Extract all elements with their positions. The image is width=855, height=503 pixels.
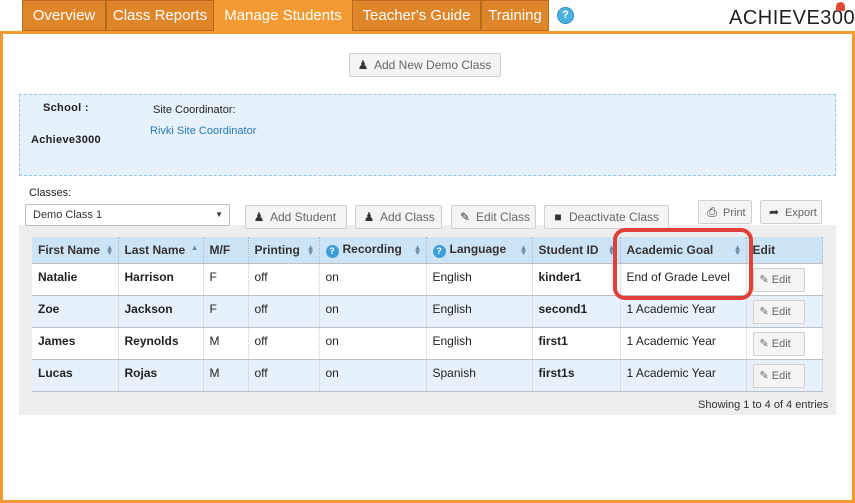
cell-mf: F (203, 263, 249, 296)
sort-asc-icon: ▲ (190, 243, 199, 252)
academic-goal-highlight (613, 228, 753, 300)
class-select-value: Demo Class 1 (33, 209, 103, 221)
edit-class-button[interactable]: ✎ Edit Class (451, 205, 536, 229)
pencil-icon: ✎ (759, 273, 772, 286)
user-icon: ♟ (253, 210, 265, 224)
cell-recording: on (319, 295, 427, 328)
edit-class-label: Edit Class (476, 210, 531, 224)
cell-edit: ✎ Edit (746, 327, 823, 360)
cell-language: English (426, 263, 533, 296)
cell-student-id: second1 (532, 295, 621, 328)
column-header-mf[interactable]: M/F (203, 237, 249, 264)
help-icon[interactable]: ? (325, 244, 339, 258)
table-row: James Reynolds M off on English first1 1… (32, 327, 823, 360)
cell-first-name: Zoe (32, 295, 119, 328)
tab-teachers-guide[interactable]: Teacher's Guide (352, 0, 481, 31)
cell-recording: on (319, 263, 427, 296)
help-icon[interactable]: ? (432, 244, 446, 258)
column-header-first-name[interactable]: First Name ▲ ▼ (32, 237, 119, 264)
trash-icon: ■ (554, 210, 562, 224)
cell-edit: ✎ Edit (746, 295, 823, 328)
sort-icon: ▲ ▼ (105, 243, 114, 257)
pencil-icon: ✎ (759, 305, 772, 318)
cell-academic-goal: 1 Academic Year (620, 327, 747, 360)
cell-printing: off (248, 263, 320, 296)
column-header-student-id[interactable]: Student ID ▲ ▼ (532, 237, 621, 264)
printer-icon: ⎙ (707, 205, 717, 219)
cell-last-name: Harrison (118, 263, 204, 296)
edit-row-button[interactable]: ✎ Edit (752, 267, 805, 292)
site-coordinator-label: Site Coordinator: (153, 104, 236, 116)
add-new-demo-class-label: Add New Demo Class (374, 58, 492, 72)
print-label: Print (723, 207, 746, 219)
caret-down-icon: ▼ (215, 210, 223, 219)
column-header-printing[interactable]: Printing ▲ ▼ (248, 237, 320, 264)
export-label: Export (785, 207, 817, 219)
tab-overview[interactable]: Overview (22, 0, 106, 31)
sort-icon: ▲ ▼ (306, 243, 315, 257)
add-new-demo-class-button[interactable]: ♟ Add New Demo Class (349, 53, 501, 77)
cell-language: English (426, 327, 533, 360)
cell-first-name: James (32, 327, 119, 360)
column-header-last-name[interactable]: Last Name ▲ (118, 237, 204, 264)
print-button[interactable]: ⎙ Print (698, 200, 752, 224)
add-student-button[interactable]: ♟ Add Student (245, 205, 347, 229)
school-label: School : (43, 102, 89, 114)
cell-mf: F (203, 295, 249, 328)
cell-language: Spanish (426, 359, 533, 392)
edit-row-button[interactable]: ✎ Edit (752, 299, 805, 324)
pencil-icon: ✎ (759, 369, 772, 382)
table-row: Lucas Rojas M off on Spanish first1s 1 A… (32, 359, 823, 392)
edit-row-button[interactable]: ✎ Edit (752, 331, 805, 356)
cell-edit: ✎ Edit (746, 359, 823, 392)
deactivate-class-label: Deactivate Class (569, 210, 660, 224)
tab-class-reports[interactable]: Class Reports (106, 0, 214, 31)
cell-language: English (426, 295, 533, 328)
cell-first-name: Lucas (32, 359, 119, 392)
cell-printing: off (248, 359, 320, 392)
entries-count: Showing 1 to 4 of 4 entries (698, 399, 829, 411)
cell-last-name: Rojas (118, 359, 204, 392)
logo-mark-icon (836, 2, 845, 11)
cell-first-name: Natalie (32, 263, 119, 296)
user-icon: ♟ (357, 58, 369, 72)
column-header-recording[interactable]: ? Recording ▲ ▼ (319, 237, 427, 264)
cell-student-id: kinder1 (532, 263, 621, 296)
sort-icon: ▲ ▼ (413, 243, 422, 257)
add-student-label: Add Student (270, 210, 337, 224)
cell-printing: off (248, 327, 320, 360)
cell-mf: M (203, 359, 249, 392)
help-icon[interactable]: ? (557, 7, 574, 24)
cell-student-id: first1s (532, 359, 621, 392)
class-select[interactable]: Demo Class 1 ▼ (25, 204, 230, 226)
deactivate-class-button[interactable]: ■ Deactivate Class (544, 205, 669, 229)
pencil-icon: ✎ (459, 210, 471, 224)
site-coordinator-link[interactable]: Rivki Site Coordinator (150, 125, 256, 137)
tab-training[interactable]: Training (481, 0, 549, 31)
column-header-edit: Edit (746, 237, 823, 264)
cell-recording: on (319, 359, 427, 392)
tab-manage-students[interactable]: Manage Students (214, 0, 352, 31)
share-icon: ➦ (768, 205, 780, 219)
column-header-language[interactable]: ? Language ▲ ▼ (426, 237, 533, 264)
cell-printing: off (248, 295, 320, 328)
users-icon: ♟ (363, 210, 375, 224)
export-button[interactable]: ➦ Export (760, 200, 822, 224)
sort-icon: ▲ ▼ (519, 243, 528, 257)
add-class-label: Add Class (380, 210, 435, 224)
cell-recording: on (319, 327, 427, 360)
top-navigation: Overview Class Reports Manage Students T… (0, 0, 855, 31)
cell-mf: M (203, 327, 249, 360)
cell-edit: ✎ Edit (746, 263, 823, 296)
pencil-icon: ✎ (759, 337, 772, 350)
cell-academic-goal: 1 Academic Year (620, 359, 747, 392)
add-class-button[interactable]: ♟ Add Class (355, 205, 442, 229)
cell-last-name: Jackson (118, 295, 204, 328)
cell-student-id: first1 (532, 327, 621, 360)
school-info-panel (19, 94, 836, 176)
cell-last-name: Reynolds (118, 327, 204, 360)
classes-label: Classes: (29, 187, 72, 199)
edit-row-button[interactable]: ✎ Edit (752, 363, 805, 388)
school-value: Achieve3000 (31, 134, 101, 146)
